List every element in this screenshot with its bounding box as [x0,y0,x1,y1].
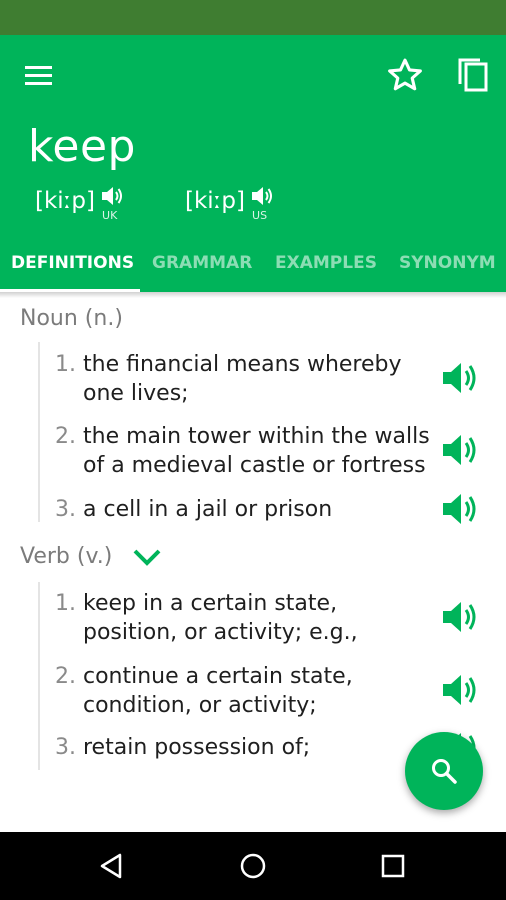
definition-text: the main tower within the walls of a med… [83,424,430,478]
pronunciation-us[interactable]: [kiːp] US [185,185,275,227]
definition-text: the financial means whereby one lives; [83,352,402,406]
search-icon [432,759,457,784]
status-bar [0,0,506,35]
speaker-icon [443,494,476,524]
section-heading-verb: Verb (v.) [20,544,113,569]
recents-square-icon [381,854,405,878]
tab-bar: DEFINITIONS GRAMMAR EXAMPLES SYNONYM [0,240,506,292]
word-title: keep [28,121,136,172]
definition-text: a cell in a jail or prison [83,497,333,522]
definition-text: retain possession of; [83,735,311,760]
speaker-icon [443,435,476,465]
speak-definition-button[interactable] [440,670,482,710]
copy-icon [458,58,488,92]
pronunciation-region: UK [102,209,118,222]
section-divider-line [38,342,40,522]
speaker-icon [102,187,123,205]
tab-definitions[interactable]: DEFINITIONS [11,240,134,292]
pronunciation-region: US [252,209,268,222]
definition-number: 2. [55,664,76,689]
chevron-down-icon[interactable] [132,546,162,568]
section-heading-noun: Noun (n.) [20,306,123,331]
nav-home-button[interactable] [231,846,275,886]
pronunciation-text: [kiːp] [185,188,246,214]
definition-text: continue a certain state, condition, or … [83,664,353,718]
copy-button[interactable] [448,53,498,97]
speak-definition-button[interactable] [440,597,482,637]
search-fab-button[interactable] [405,732,483,810]
definition-number: 3. [55,497,76,522]
definition-number: 1. [55,591,76,616]
back-triangle-icon [100,853,122,879]
speaker-icon [252,187,273,205]
definition-number: 2. [55,424,76,449]
pronunciation-text: [kiːp] [35,188,96,214]
menu-icon [25,66,52,85]
favorite-button[interactable] [380,53,430,97]
nav-recents-button[interactable] [371,846,415,886]
definition-number: 3. [55,735,76,760]
tab-synonym[interactable]: SYNONYM [399,240,496,292]
tab-examples[interactable]: EXAMPLES [275,240,377,292]
speaker-icon [443,363,476,393]
menu-button[interactable] [14,55,64,95]
speak-definition-button[interactable] [440,430,482,470]
nav-back-button[interactable] [90,846,134,886]
tab-grammar[interactable]: GRAMMAR [152,240,252,292]
speaker-icon [443,602,476,632]
app-header: keep [kiːp] UK [kiːp] US DEFINITIONS GRA… [0,35,506,292]
speak-definition-button[interactable] [440,489,482,529]
section-divider-line [38,582,40,770]
home-circle-icon [240,853,266,879]
definition-text: keep in a certain state, position, or ac… [83,591,358,645]
speaker-icon [443,675,476,705]
star-outline-icon [388,58,422,91]
speak-definition-button[interactable] [440,358,482,398]
system-nav-bar [0,832,506,900]
pronunciation-uk[interactable]: [kiːp] UK [35,185,125,227]
definition-number: 1. [55,352,76,377]
